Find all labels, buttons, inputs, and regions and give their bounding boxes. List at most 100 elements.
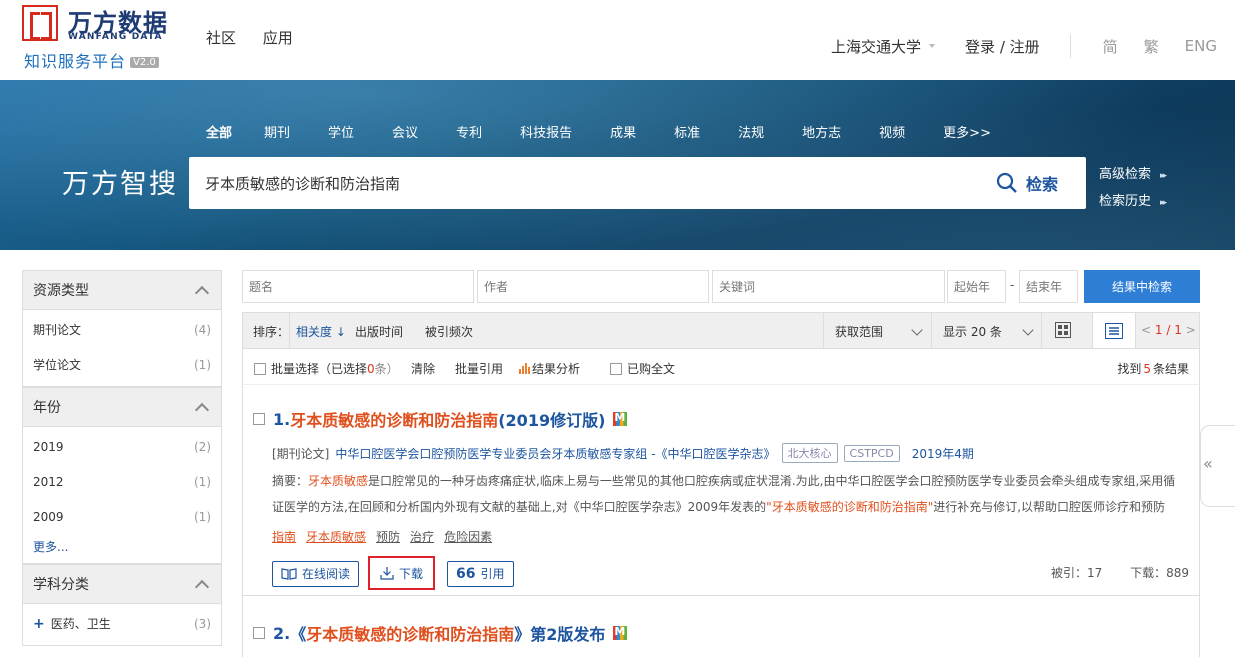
tab-local-chronicle[interactable]: 地方志 <box>802 122 841 141</box>
login-register-link[interactable]: 登录 / 注册 <box>965 36 1040 57</box>
tab-video[interactable]: 视频 <box>879 122 905 141</box>
page-size-dropdown[interactable]: 显示 20 条 <box>943 323 1034 340</box>
collapse-side-panel-tab[interactable]: « <box>1200 425 1235 507</box>
checkbox[interactable] <box>253 413 265 425</box>
authors-link[interactable]: 中华口腔医学会口腔预防医学专业委员会牙本质敏感专家组 -《中华口腔医学杂志》 <box>335 445 775 462</box>
result-meta: [期刊论文] 中华口腔医学会口腔预防医学专业委员会牙本质敏感专家组 -《中华口腔… <box>272 443 974 463</box>
advanced-search-link[interactable]: 高级检索 ▸▸ <box>1099 162 1167 189</box>
result-title[interactable]: 2. 《牙本质敏感的诊断和防治指南 》第2版发布 <box>253 621 628 645</box>
pager-total: / 1 <box>1166 323 1182 337</box>
sort-cited[interactable]: 被引频次 <box>425 323 473 340</box>
facet-item[interactable]: 学位论文 (1) <box>23 347 221 382</box>
divider <box>1069 34 1071 58</box>
search-input[interactable]: 牙本质敏感的诊断和防治指南 检索 <box>189 157 1086 209</box>
result-count: 找到 5 条结果 <box>1117 361 1189 377</box>
batch-cite-button[interactable]: 批量引用 <box>455 360 503 377</box>
read-online-button[interactable]: 在线阅读 <box>272 560 360 587</box>
result-item: 1.牙本质敏感的诊断和防治指南(2019修订版) [期刊论文] 中华口腔医学会口… <box>243 385 1199 597</box>
search-button[interactable]: 检索 <box>996 171 1058 195</box>
keyword-link[interactable]: 危险因素 <box>444 528 492 545</box>
tab-conference[interactable]: 会议 <box>392 122 418 141</box>
tab-patent[interactable]: 专利 <box>456 122 482 141</box>
tab-journal[interactable]: 期刊 <box>264 122 290 141</box>
pager-next[interactable]: > <box>1186 323 1196 337</box>
facet-more-link[interactable]: 更多... <box>23 534 221 559</box>
facet-header-year[interactable]: 年份 <box>22 387 222 427</box>
facet-item[interactable]: + 医药、卫生 (3) <box>23 606 221 641</box>
author-filter-input[interactable]: 作者 <box>477 270 709 303</box>
search-within-results-button[interactable]: 结果中检索 <box>1084 270 1200 303</box>
multimedia-icon <box>613 625 628 640</box>
secondary-filters: 题名 作者 关键词 起始年 - 结束年 结果中检索 <box>242 270 1200 303</box>
nav-apps[interactable]: 应用 <box>263 29 293 47</box>
tab-more[interactable]: 更多>> <box>943 122 991 141</box>
tab-standard[interactable]: 标准 <box>674 122 700 141</box>
result-analysis-button[interactable]: 结果分析 <box>519 360 580 377</box>
lang-english[interactable]: ENG <box>1185 37 1217 55</box>
tab-law[interactable]: 法规 <box>738 122 764 141</box>
facet-header-resource-type[interactable]: 资源类型 <box>22 270 222 310</box>
checkbox[interactable] <box>610 362 622 375</box>
abstract: 摘要：牙本质敏感是口腔常见的一种牙齿疼痛症状,临床上易与一些常见的其他口腔疾病或… <box>272 474 1176 514</box>
divider <box>823 313 824 348</box>
search-query[interactable]: 牙本质敏感的诊断和防治指南 <box>205 173 400 194</box>
index-badge: 北大核心 <box>781 443 838 463</box>
wanfang-logo[interactable]: 万方数据 WANFANG DATA 知识服务平台 V2.0 <box>22 5 177 71</box>
search-history-link[interactable]: 检索历史 ▸▸ <box>1099 189 1167 216</box>
tab-degree[interactable]: 学位 <box>328 122 354 141</box>
logo-english: WANFANG DATA <box>68 32 163 42</box>
tab-achievement[interactable]: 成果 <box>610 122 636 141</box>
keyword-link[interactable]: 预防 <box>376 528 400 545</box>
list-view-button[interactable] <box>1092 313 1136 348</box>
checkbox[interactable] <box>253 627 265 639</box>
purchased-fulltext-filter[interactable]: 已购全文 <box>610 360 675 377</box>
nav-community[interactable]: 社区 <box>206 29 236 47</box>
divider <box>289 313 290 348</box>
chevron-up-icon[interactable] <box>194 579 210 594</box>
batch-select[interactable]: 批量选择（已选择 0 条） <box>254 360 399 377</box>
double-chevron-left-icon: « <box>1203 454 1213 473</box>
facet-item[interactable]: 2009 (1) <box>23 499 221 534</box>
chevron-down-icon <box>1022 323 1034 336</box>
dropdown-caret-icon[interactable] <box>929 44 936 48</box>
facet-item[interactable]: 期刊论文 (4) <box>23 312 221 347</box>
plus-icon[interactable]: + <box>33 616 45 632</box>
multimedia-icon <box>613 411 628 426</box>
pager-prev[interactable]: < <box>1141 323 1151 337</box>
keyword-filter-input[interactable]: 关键词 <box>712 270 945 303</box>
double-chevron-icon: ▸▸ <box>1160 171 1167 181</box>
result-title[interactable]: 1. 牙本质敏感的诊断和防治指南 (2019修订版) <box>253 407 628 431</box>
lang-simplified[interactable]: 简 <box>1103 36 1118 57</box>
title-filter-input[interactable]: 题名 <box>242 270 474 303</box>
start-year-input[interactable]: 起始年 <box>947 270 1006 303</box>
quote-icon: 66 <box>456 565 476 582</box>
logo-subtitle: 知识服务平台 V2.0 <box>24 48 159 72</box>
facet-item[interactable]: 2012 (1) <box>23 464 221 499</box>
download-button[interactable]: 下载 <box>372 560 431 586</box>
checkbox[interactable] <box>254 362 266 375</box>
lang-traditional[interactable]: 繁 <box>1144 36 1159 57</box>
cite-button[interactable]: 66 引用 <box>447 560 514 587</box>
sort-relevance[interactable]: 相关度 ↓ <box>296 323 346 340</box>
clear-button[interactable]: 清除 <box>411 360 435 377</box>
chevron-up-icon[interactable] <box>194 402 210 417</box>
keyword-link[interactable]: 治疗 <box>410 528 434 545</box>
facet-header-subject[interactable]: 学科分类 <box>22 564 222 604</box>
result-stats: 被引：17 下载：889 <box>1050 566 1189 580</box>
institution-selector[interactable]: 上海交通大学 <box>831 36 921 57</box>
index-badge: CSTPCD <box>843 444 900 462</box>
top-nav: 社区 应用 <box>206 27 315 48</box>
keyword-link[interactable]: 牙本质敏感 <box>306 528 366 545</box>
tab-tech-report[interactable]: 科技报告 <box>520 122 572 141</box>
pager-current: 1 <box>1154 323 1163 337</box>
facet-item[interactable]: 2019 (2) <box>23 429 221 464</box>
grid-view-icon[interactable] <box>1055 322 1071 338</box>
end-year-input[interactable]: 结束年 <box>1019 270 1078 303</box>
scope-dropdown[interactable]: 获取范围 <box>835 323 923 340</box>
sort-pubtime[interactable]: 出版时间 <box>355 323 403 340</box>
tab-all[interactable]: 全部 <box>206 122 232 141</box>
keyword-link[interactable]: 指南 <box>272 528 296 545</box>
logo-mark-icon <box>22 5 58 41</box>
issue-link[interactable]: 2019年4期 <box>912 445 974 462</box>
chevron-up-icon[interactable] <box>194 285 210 300</box>
